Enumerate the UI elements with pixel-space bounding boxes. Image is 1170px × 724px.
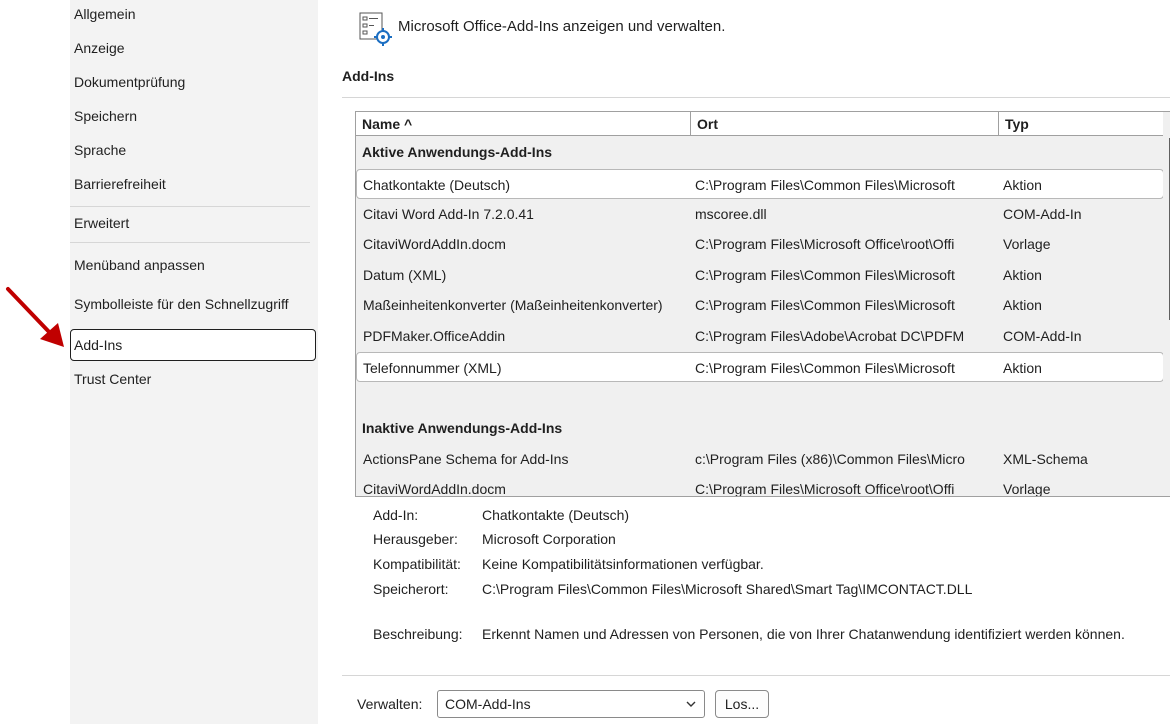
cell-name: CitaviWordAddIn.docm	[363, 236, 506, 252]
addins-table[interactable]: Name ^ Ort Typ Aktive Anwendungs-Add-Ins…	[355, 111, 1170, 497]
detail-description-label: Beschreibung:	[373, 626, 463, 642]
go-button[interactable]: Los...	[715, 690, 769, 718]
table-row[interactable]: Citavi Word Add-In 7.2.0.41 mscoree.dll …	[356, 199, 1164, 229]
options-nav-pane: Allgemein Anzeige Dokumentprüfung Speich…	[70, 0, 318, 724]
nav-divider	[70, 206, 310, 207]
cell-location: c:\Program Files (x86)\Common Files\Micr…	[695, 451, 965, 467]
cell-name: CitaviWordAddIn.docm	[363, 481, 506, 497]
group-header-inactive: Inaktive Anwendungs-Add-Ins	[362, 420, 563, 436]
table-row[interactable]: PDFMaker.OfficeAddin C:\Program Files\Ad…	[356, 321, 1164, 351]
nav-item-speichern[interactable]: Speichern	[74, 108, 137, 124]
cell-type: Aktion	[1003, 360, 1042, 376]
section-title: Add-Ins	[342, 68, 395, 84]
nav-item-add-ins-selected[interactable]: Add-Ins	[70, 329, 316, 361]
table-row[interactable]: Chatkontakte (Deutsch) C:\Program Files\…	[356, 169, 1164, 199]
cell-type: XML-Schema	[1003, 451, 1088, 467]
table-scrollbar[interactable]	[1163, 112, 1170, 496]
cell-name: PDFMaker.OfficeAddin	[363, 328, 506, 344]
detail-addin-label: Add-In:	[373, 507, 419, 523]
section-divider	[342, 97, 1170, 98]
red-arrow-icon	[6, 287, 64, 347]
cell-type: Aktion	[1003, 297, 1042, 313]
cell-location: C:\Program Files\Common Files\Microsoft	[695, 297, 955, 313]
detail-compat-label: Kompatibilität:	[373, 556, 461, 572]
nav-item-dokumentpruefung[interactable]: Dokumentprüfung	[74, 74, 185, 90]
addins-gear-icon	[359, 12, 392, 46]
detail-compat-value: Keine Kompatibilitätsinformationen verfü…	[482, 556, 764, 572]
manage-label: Verwalten:	[357, 696, 423, 712]
column-header-ort[interactable]: Ort	[691, 112, 999, 136]
nav-item-trust-center[interactable]: Trust Center	[74, 371, 151, 387]
detail-publisher-value: Microsoft Corporation	[482, 531, 616, 547]
cell-location: C:\Program Files\Microsoft Office\root\O…	[695, 236, 955, 252]
cell-type: Aktion	[1003, 177, 1042, 193]
cell-type: COM-Add-In	[1003, 206, 1082, 222]
nav-item-add-ins[interactable]: Add-Ins	[74, 337, 122, 353]
cell-location: mscoree.dll	[695, 206, 767, 222]
cell-type: COM-Add-In	[1003, 328, 1082, 344]
detail-publisher-label: Herausgeber:	[373, 531, 458, 547]
cell-name: Maßeinheitenkonverter (Maßeinheitenkonve…	[363, 297, 663, 313]
cell-name: Datum (XML)	[363, 267, 447, 283]
column-header-typ[interactable]: Typ	[999, 112, 1169, 136]
page-header: Microsoft Office-Add-Ins anzeigen und ve…	[398, 18, 726, 35]
cell-type: Aktion	[1003, 267, 1042, 283]
group-header-active: Aktive Anwendungs-Add-Ins	[362, 144, 553, 160]
table-row[interactable]: CitaviWordAddIn.docm C:\Program Files\Mi…	[356, 474, 1164, 497]
table-row[interactable]: Datum (XML) C:\Program Files\Common File…	[356, 260, 1164, 290]
chevron-down-icon	[686, 701, 696, 707]
detail-description-value: Erkennt Namen und Adressen von Personen,…	[482, 626, 1125, 642]
table-row[interactable]: CitaviWordAddIn.docm C:\Program Files\Mi…	[356, 229, 1164, 259]
cell-location: C:\Program Files\Common Files\Microsoft	[695, 177, 955, 193]
detail-addin-value: Chatkontakte (Deutsch)	[482, 507, 630, 523]
nav-item-allgemein[interactable]: Allgemein	[74, 6, 135, 22]
manage-select[interactable]: COM-Add-Ins	[437, 690, 705, 718]
table-row[interactable]: Telefonnummer (XML) C:\Program Files\Com…	[356, 352, 1164, 382]
cell-type: Vorlage	[1003, 481, 1051, 497]
nav-item-sprache[interactable]: Sprache	[74, 142, 126, 158]
detail-location-label: Speicherort:	[373, 581, 449, 597]
table-row[interactable]: Maßeinheitenkonverter (Maßeinheitenkonve…	[356, 290, 1164, 320]
bottom-divider	[342, 675, 1170, 676]
cell-name: Citavi Word Add-In 7.2.0.41	[363, 206, 534, 222]
cell-type: Vorlage	[1003, 236, 1051, 252]
table-row[interactable]: ActionsPane Schema for Add-Ins c:\Progra…	[356, 444, 1164, 474]
nav-item-erweitert[interactable]: Erweitert	[74, 215, 129, 231]
cell-name: ActionsPane Schema for Add-Ins	[363, 451, 569, 467]
cell-location: C:\Program Files\Common Files\Microsoft	[695, 360, 955, 376]
nav-item-schnellzugriff[interactable]: Symbolleiste für den Schnellzugriff	[74, 296, 289, 312]
detail-location-value: C:\Program Files\Common Files\Microsoft …	[482, 581, 973, 597]
cell-name: Chatkontakte (Deutsch)	[363, 177, 511, 193]
nav-item-barrierefreiheit[interactable]: Barrierefreiheit	[74, 176, 166, 192]
manage-select-value: COM-Add-Ins	[445, 696, 531, 712]
nav-divider	[70, 242, 310, 243]
cell-name: Telefonnummer (XML)	[363, 360, 502, 376]
cell-location: C:\Program Files\Common Files\Microsoft	[695, 267, 955, 283]
nav-item-anzeige[interactable]: Anzeige	[74, 40, 125, 56]
nav-item-menueband-anpassen[interactable]: Menüband anpassen	[74, 257, 205, 273]
cell-location: C:\Program Files\Microsoft Office\root\O…	[695, 481, 955, 497]
cell-location: C:\Program Files\Adobe\Acrobat DC\PDFM	[695, 328, 965, 344]
column-header-name[interactable]: Name ^	[356, 112, 691, 136]
